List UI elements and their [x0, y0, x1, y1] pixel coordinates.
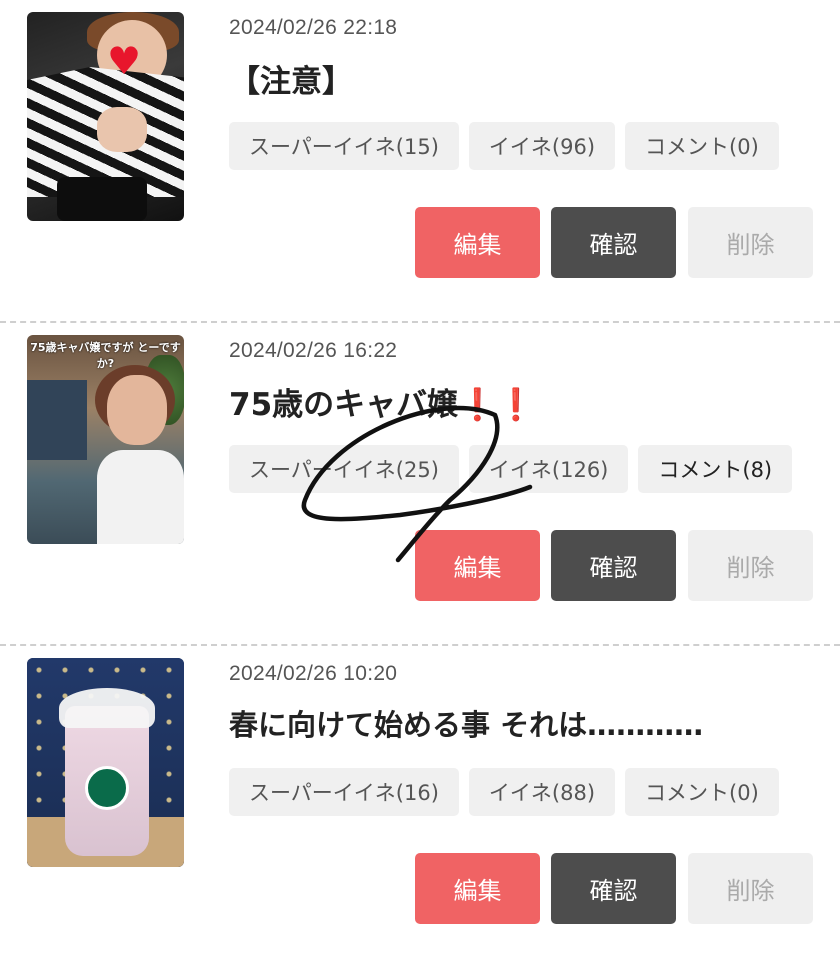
post-item: ♥ 2024/02/26 22:18 【注意】 スーパーイイネ(15) イイネ(… [0, 0, 840, 323]
thumb-face [107, 375, 167, 445]
post-title[interactable]: 春に向けて始める事 それは………… [229, 702, 703, 744]
post-thumbnail[interactable] [27, 658, 184, 867]
edit-button[interactable]: 編集 [415, 853, 540, 924]
delete-button[interactable]: 削除 [688, 530, 813, 601]
post-title-text: 75歳のキャバ嬢 [229, 387, 459, 423]
confirm-button[interactable]: 確認 [551, 207, 676, 278]
post-item: 2024/02/26 10:20 春に向けて始める事 それは………… スーパーイ… [0, 646, 840, 956]
thumb-skin [97, 107, 147, 152]
like-chip[interactable]: イイネ(96) [468, 122, 616, 170]
thumb-body [97, 450, 184, 544]
post-title[interactable]: 75歳のキャバ嬢❗️❗️ [229, 379, 535, 424]
heart-sticker-icon: ♥ [107, 39, 142, 83]
reaction-chips: スーパーイイネ(15) イイネ(96) コメント(0) [229, 122, 779, 170]
reaction-chips: スーパーイイネ(25) イイネ(126) コメント(8) [229, 445, 793, 493]
confirm-button[interactable]: 確認 [551, 853, 676, 924]
like-chip[interactable]: イイネ(88) [468, 768, 616, 816]
exclamation-icon: ❗️❗️ [458, 387, 536, 423]
post-item: 75歳キャバ嬢ですが とーですか? 2024/02/26 16:22 75歳のキ… [0, 323, 840, 646]
comment-chip[interactable]: コメント(0) [625, 122, 779, 170]
post-date: 2024/02/26 22:18 [229, 16, 398, 39]
super-like-chip[interactable]: スーパーイイネ(15) [229, 122, 459, 170]
post-title[interactable]: 【注意】 [229, 56, 353, 101]
cup-logo-icon [85, 766, 129, 810]
post-date: 2024/02/26 10:20 [229, 662, 398, 685]
post-date: 2024/02/26 16:22 [229, 339, 398, 362]
comment-chip[interactable]: コメント(8) [638, 445, 793, 493]
cup-lid [59, 688, 155, 728]
like-chip[interactable]: イイネ(126) [468, 445, 629, 493]
super-like-chip[interactable]: スーパーイイネ(16) [229, 768, 459, 816]
post-thumbnail[interactable]: 75歳キャバ嬢ですが とーですか? [27, 335, 184, 544]
thumb-window [27, 380, 87, 460]
delete-button[interactable]: 削除 [688, 853, 813, 924]
thumb-caption: 75歳キャバ嬢ですが とーですか? [30, 341, 181, 370]
confirm-button[interactable]: 確認 [551, 530, 676, 601]
reaction-chips: スーパーイイネ(16) イイネ(88) コメント(0) [229, 768, 779, 816]
post-thumbnail[interactable]: ♥ [27, 12, 184, 221]
edit-button[interactable]: 編集 [415, 530, 540, 601]
comment-chip[interactable]: コメント(0) [625, 768, 779, 816]
edit-button[interactable]: 編集 [415, 207, 540, 278]
thumb-bag [57, 177, 147, 221]
super-like-chip[interactable]: スーパーイイネ(25) [229, 445, 459, 493]
delete-button[interactable]: 削除 [688, 207, 813, 278]
